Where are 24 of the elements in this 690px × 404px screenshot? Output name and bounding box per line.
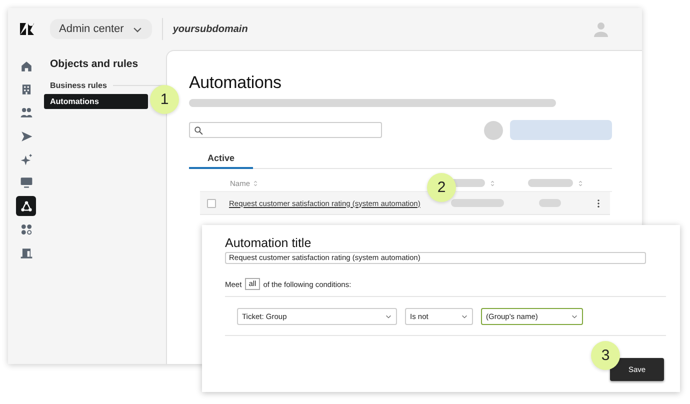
sort-icon [252,180,260,186]
nodes-icon[interactable] [16,196,36,216]
skeleton-bar [539,199,562,207]
skeleton-circle [484,120,503,140]
search-icon [194,126,203,134]
search-field[interactable] [189,122,382,138]
skeleton-bar [528,179,573,187]
section-title: Automation title [225,236,312,250]
caret-icon [461,313,468,320]
nav-item[interactable]: Automations [44,94,148,109]
row-checkbox[interactable] [207,198,216,208]
sort-icon [489,180,496,186]
skeleton-bar [451,199,504,207]
page-title: Automations [189,73,282,93]
avatar-icon [593,21,609,37]
product-menu[interactable]: Admin center [50,19,152,39]
logo-icon [18,21,36,37]
nav-section-label: Business rules [50,81,107,90]
tab[interactable]: Active [189,150,253,169]
subdomain-label: yoursubdomain [172,24,248,34]
caret-icon [571,313,578,320]
sort-icon [577,180,584,186]
caret-icon [385,313,392,320]
nav-title: Objects and rules [50,58,140,70]
